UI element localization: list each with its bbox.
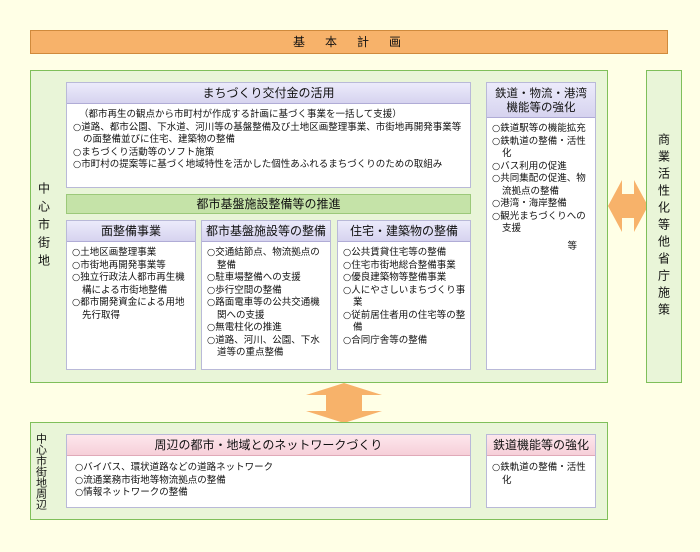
list-item: ○交通結節点、物流拠点の整備	[207, 247, 320, 271]
list-item: ○情報ネットワークの整備	[75, 487, 188, 498]
rail-logistics-list: ○鉄道駅等の機能拡充 ○鉄軌道の整備・活性化 ○バス利用の促進 ○共同集配の促進…	[487, 118, 595, 236]
housing-list: ○公共賃貸住宅等の整備 ○住宅市街地総合整備事業 ○優良建築物等整備事業 ○人に…	[338, 242, 470, 347]
list-item: ○バス利用の促進	[492, 160, 567, 172]
urban-infrastructure-box: 都市基盤施設等の整備 ○交通結節点、物流拠点の整備 ○駐車場整備への支援 ○歩行…	[201, 220, 331, 370]
network-box: 周辺の都市・地域とのネットワークづくり ○バイパス、環状道路などの道路ネットワー…	[66, 434, 471, 508]
infrastructure-banner: 都市基盤施設整備等の推進	[66, 194, 471, 214]
network-heading: 周辺の都市・地域とのネットワークづくり	[67, 435, 470, 456]
network-list: ○バイパス、環状道路などの道路ネットワーク ○流通業務市街地等物流拠点の整備 ○…	[67, 456, 470, 500]
list-item: ○独立行政法人都市再生機構による市街地整備	[72, 272, 185, 296]
rail-logistics-box: 鉄道・物流・港湾機能等の強化 ○鉄道駅等の機能拡充 ○鉄軌道の整備・活性化 ○バ…	[486, 82, 596, 370]
rail-logistics-heading: 鉄道・物流・港湾機能等の強化	[487, 83, 595, 118]
grant-note: （都市再生の観点から市町村が作成する計画に基づく事業を一括して支援）	[79, 109, 402, 120]
area-development-list: ○土地区画整理事業 ○市街地再開発事業等 ○独立行政法人都市再生機構による市街地…	[67, 242, 195, 322]
plan-title-bar: 基 本 計 画	[30, 30, 668, 54]
list-item: ○路面電車等の公共交通機関への支援	[207, 297, 320, 321]
list-item: ○従前居住者用の住宅等の整備	[343, 309, 466, 334]
urban-infrastructure-list: ○交通結節点、物流拠点の整備 ○駐車場整備への支援 ○歩行空間の整備 ○路面電車…	[202, 242, 330, 360]
list-item: ○流通業務市街地等物流拠点の整備	[75, 474, 226, 486]
periphery-label: 中心市街地周辺	[34, 432, 48, 510]
list-item: ○鉄道駅等の機能拡充	[492, 123, 586, 134]
urban-infrastructure-heading: 都市基盤施設等の整備	[202, 221, 330, 242]
list-item: ○合同庁舎等の整備	[343, 334, 428, 346]
list-item: ○無電柱化の推進	[207, 322, 282, 333]
list-item: ○観光まちづくりへの支援	[492, 210, 586, 235]
housing-heading: 住宅・建築物の整備	[338, 221, 470, 242]
grant-box: まちづくり交付金の活用 （都市再生の観点から市町村が作成する計画に基づく事業を一…	[66, 82, 471, 188]
list-item: ○市町村の提案等に基づく地域特性を活かした個性あふれるまちづくりのための取組み	[73, 159, 443, 170]
list-item: ○鉄軌道の整備・活性化	[492, 462, 586, 486]
list-item: ○港湾・海岸整備	[492, 198, 567, 209]
housing-box: 住宅・建築物の整備 ○公共賃貸住宅等の整備 ○住宅市街地総合整備事業 ○優良建築…	[337, 220, 471, 370]
grant-list: ○道路、都市公園、下水道、河川等の基盤整備及び土地区画整理事業、市街地再開発事業…	[73, 122, 466, 172]
list-item: ○公共賃貸住宅等の整備	[343, 247, 447, 258]
list-item: ○人にやさしいまちづくり事業	[343, 284, 466, 309]
grant-heading: まちづくり交付金の活用	[67, 83, 470, 104]
other-ministries-box: 商業活性化等他省庁施策	[646, 70, 682, 383]
list-item: ○歩行空間の整備	[207, 284, 282, 296]
central-area-label: 中心市街地	[36, 181, 51, 272]
vertical-double-arrow	[306, 383, 382, 423]
periphery-rail-heading: 鉄道機能等の強化	[487, 435, 595, 456]
periphery-rail-box: 鉄道機能等の強化 ○鉄軌道の整備・活性化	[486, 434, 596, 508]
list-item: ○駐車場整備への支援	[207, 272, 301, 283]
list-item: ○道路、河川、公園、下水道等の重点整備	[207, 334, 320, 359]
list-item: ○まちづくり活動等のソフト施策	[73, 146, 215, 158]
plan-title: 基 本 計 画	[292, 35, 405, 49]
list-item: ○住宅市街地総合整備事業	[343, 259, 456, 271]
area-development-box: 面整備事業 ○土地区画整理事業 ○市街地再開発事業等 ○独立行政法人都市再生機構…	[66, 220, 196, 370]
horizontal-double-arrow	[608, 180, 648, 232]
rail-logistics-suffix: 等	[567, 240, 577, 252]
list-item: ○土地区画整理事業	[72, 247, 157, 258]
periphery-rail-list: ○鉄軌道の整備・活性化	[487, 456, 595, 487]
list-item: ○道路、都市公園、下水道、河川等の基盤整備及び土地区画整理事業、市街地再開発事業…	[73, 121, 462, 146]
list-item: ○共同集配の促進、物流拠点の整備	[492, 173, 586, 197]
area-development-heading: 面整備事業	[67, 221, 195, 242]
list-item: ○都市開発資金による用地先行取得	[72, 297, 185, 321]
list-item: ○市街地再開発事業等	[72, 259, 166, 271]
list-item: ○優良建築物等整備事業	[343, 272, 447, 283]
list-item: ○鉄軌道の整備・活性化	[492, 135, 586, 160]
list-item: ○バイパス、環状道路などの道路ネットワーク	[75, 462, 274, 473]
